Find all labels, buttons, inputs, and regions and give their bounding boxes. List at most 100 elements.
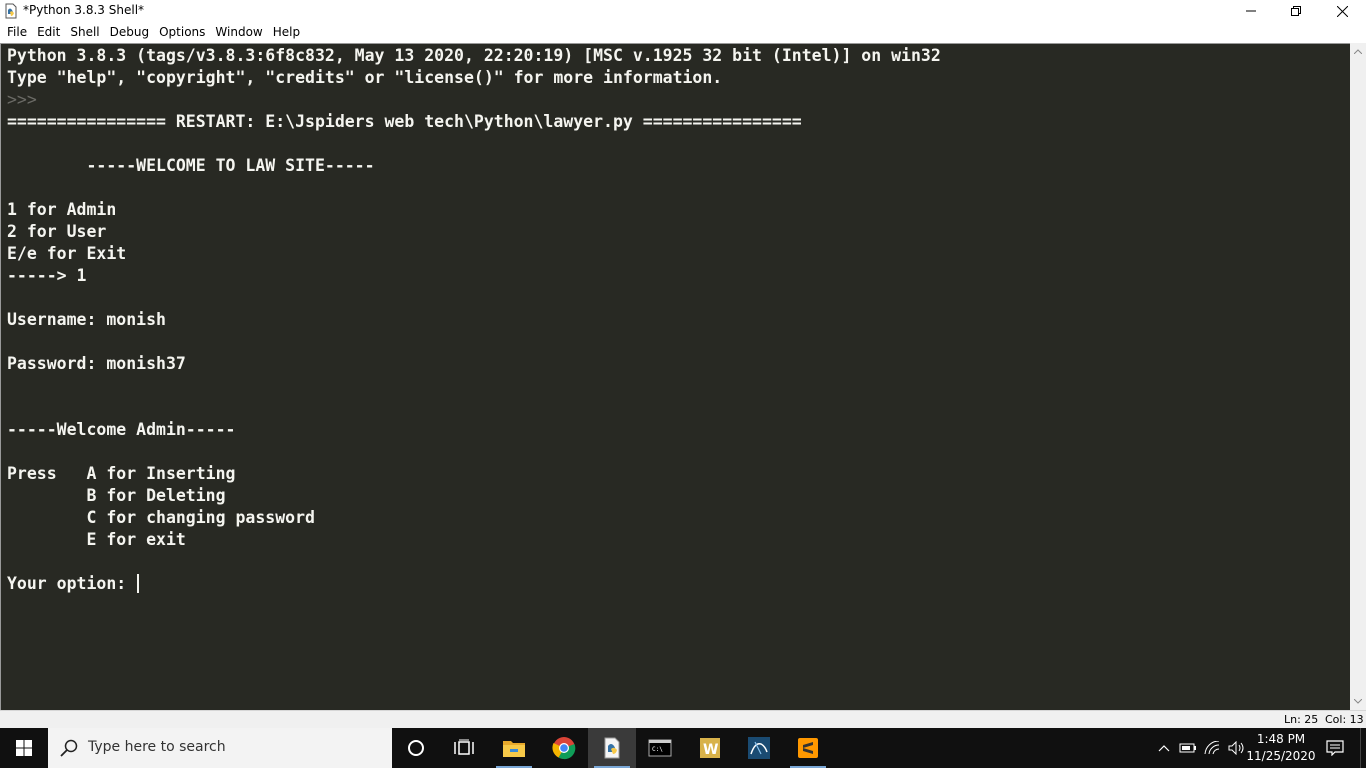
task-view-icon [454,739,474,755]
python-idle-icon [604,737,620,759]
sublime-text-button[interactable] [784,728,832,768]
shell-output-line [7,551,941,573]
chrome-icon [552,737,576,760]
shell-output-line [7,177,941,199]
line-text: 2 for User [7,222,107,241]
taskbar: Type here to search C:\ W 1:48 PM 11/25/… [0,728,1366,768]
chevron-down-icon [1354,699,1362,704]
shell-output-line [7,397,941,419]
line-text: Your option: [7,574,137,593]
cortana-button[interactable] [392,728,440,768]
task-view-button[interactable] [440,728,488,768]
menu-file[interactable]: File [2,22,32,43]
minimize-icon [1246,10,1256,12]
shell-output-line [7,331,941,353]
shell-output-line: -----WELCOME TO LAW SITE----- [7,155,941,177]
menu-debug[interactable]: Debug [105,22,154,43]
wifi-button[interactable] [1202,728,1224,768]
system-clock[interactable]: 1:48 PM 11/25/2020 [1244,731,1318,765]
close-button[interactable] [1319,0,1365,22]
file-explorer-button[interactable] [490,728,538,768]
line-text: E/e for Exit [7,244,127,263]
python-idle-button[interactable] [588,728,636,768]
clock-time: 1:48 PM [1256,732,1306,746]
menu-help[interactable]: Help [268,22,305,43]
svg-text:C:\: C:\ [652,746,663,753]
menu-window[interactable]: Window [210,22,267,43]
cortana-icon [408,740,424,756]
line-text: Username: monish [7,310,166,329]
line-text: B for Deleting [7,486,226,505]
file-explorer-icon [503,741,525,757]
shell-output-line: Press A for Inserting [7,463,941,485]
menu-options[interactable]: Options [154,22,210,43]
shell-output-line [7,287,941,309]
line-text: Python 3.8.3 (tags/v3.8.3:6f8c832, May 1… [7,46,941,65]
start-button[interactable] [0,728,48,768]
status-bar: Ln: 25 Col: 13 [0,710,1366,728]
shell-text-area[interactable]: Python 3.8.3 (tags/v3.8.3:6f8c832, May 1… [0,43,1350,710]
line-text: C for changing password [7,508,315,527]
line-text: -----> 1 [7,266,87,285]
word-icon: W [700,738,720,758]
sublime-text-icon [798,738,818,758]
line-text: Type "help", "copyright", "credits" or "… [7,68,723,87]
shell-output-line: Username: monish [7,309,941,331]
idle-app-icon[interactable] [3,3,19,19]
show-desktop-button[interactable] [1360,728,1366,768]
menu-bar: File Edit Shell Debug Options Window Hel… [0,22,1366,43]
shell-output-line: B for Deleting [7,485,941,507]
line-text: ================ RESTART: E:\Jspiders we… [7,112,802,131]
chevron-up-icon [1354,49,1362,54]
shell-output-line: Python 3.8.3 (tags/v3.8.3:6f8c832, May 1… [7,45,941,67]
shell-output-line: E/e for Exit [7,243,941,265]
shell-output-line: -----Welcome Admin----- [7,419,941,441]
minimize-button[interactable] [1228,0,1274,22]
shell-output-line [7,441,941,463]
title-bar: *Python 3.8.3 Shell* [0,0,1366,22]
line-text: -----WELCOME TO LAW SITE----- [7,156,375,175]
menu-shell[interactable]: Shell [65,22,104,43]
shell-output-line: Password: monish37 [7,353,941,375]
command-prompt-icon: C:\ [648,739,672,757]
shell-output-line: Type "help", "copyright", "credits" or "… [7,67,941,89]
shell-output-line: 1 for Admin [7,199,941,221]
mysql-workbench-icon [748,737,770,759]
search-placeholder: Type here to search [88,739,226,755]
line-text: Press A for Inserting [7,464,236,483]
notification-icon [1326,740,1344,756]
vertical-scrollbar[interactable] [1350,43,1366,710]
line-text: >>> [7,90,47,109]
shell-output-line [7,133,941,155]
chrome-button[interactable] [540,728,588,768]
svg-text:W: W [703,742,718,758]
command-prompt-button[interactable]: C:\ [636,728,684,768]
mysql-workbench-button[interactable] [735,728,783,768]
close-icon [1336,5,1348,17]
column-number: Col: 13 [1325,713,1364,726]
window-title: *Python 3.8.3 Shell* [23,3,145,17]
shell-output-line [7,375,941,397]
line-number: Ln: 25 [1284,713,1319,726]
shell-output-line: -----> 1 [7,265,941,287]
shell-prompt: >>> [7,89,941,111]
windows-logo-icon [16,740,32,756]
show-hidden-icons-button[interactable] [1155,728,1173,768]
shell-output-line: C for changing password [7,507,941,529]
line-text: Password: monish37 [7,354,186,373]
battery-icon [1179,743,1196,753]
battery-button[interactable] [1178,728,1198,768]
wifi-icon [1204,741,1220,755]
restore-icon [1291,6,1301,16]
shell-output-line: 2 for User [7,221,941,243]
shell-output-line: E for exit [7,529,941,551]
scroll-up-button[interactable] [1350,43,1366,60]
menu-edit[interactable]: Edit [32,22,65,43]
word-button[interactable]: W [686,728,734,768]
restore-button[interactable] [1273,0,1319,22]
scroll-down-button[interactable] [1350,693,1366,710]
taskbar-search-box[interactable]: Type here to search [48,728,392,768]
action-center-button[interactable] [1320,728,1350,768]
shell-output-line: ================ RESTART: E:\Jspiders we… [7,111,941,133]
text-cursor [137,574,140,593]
